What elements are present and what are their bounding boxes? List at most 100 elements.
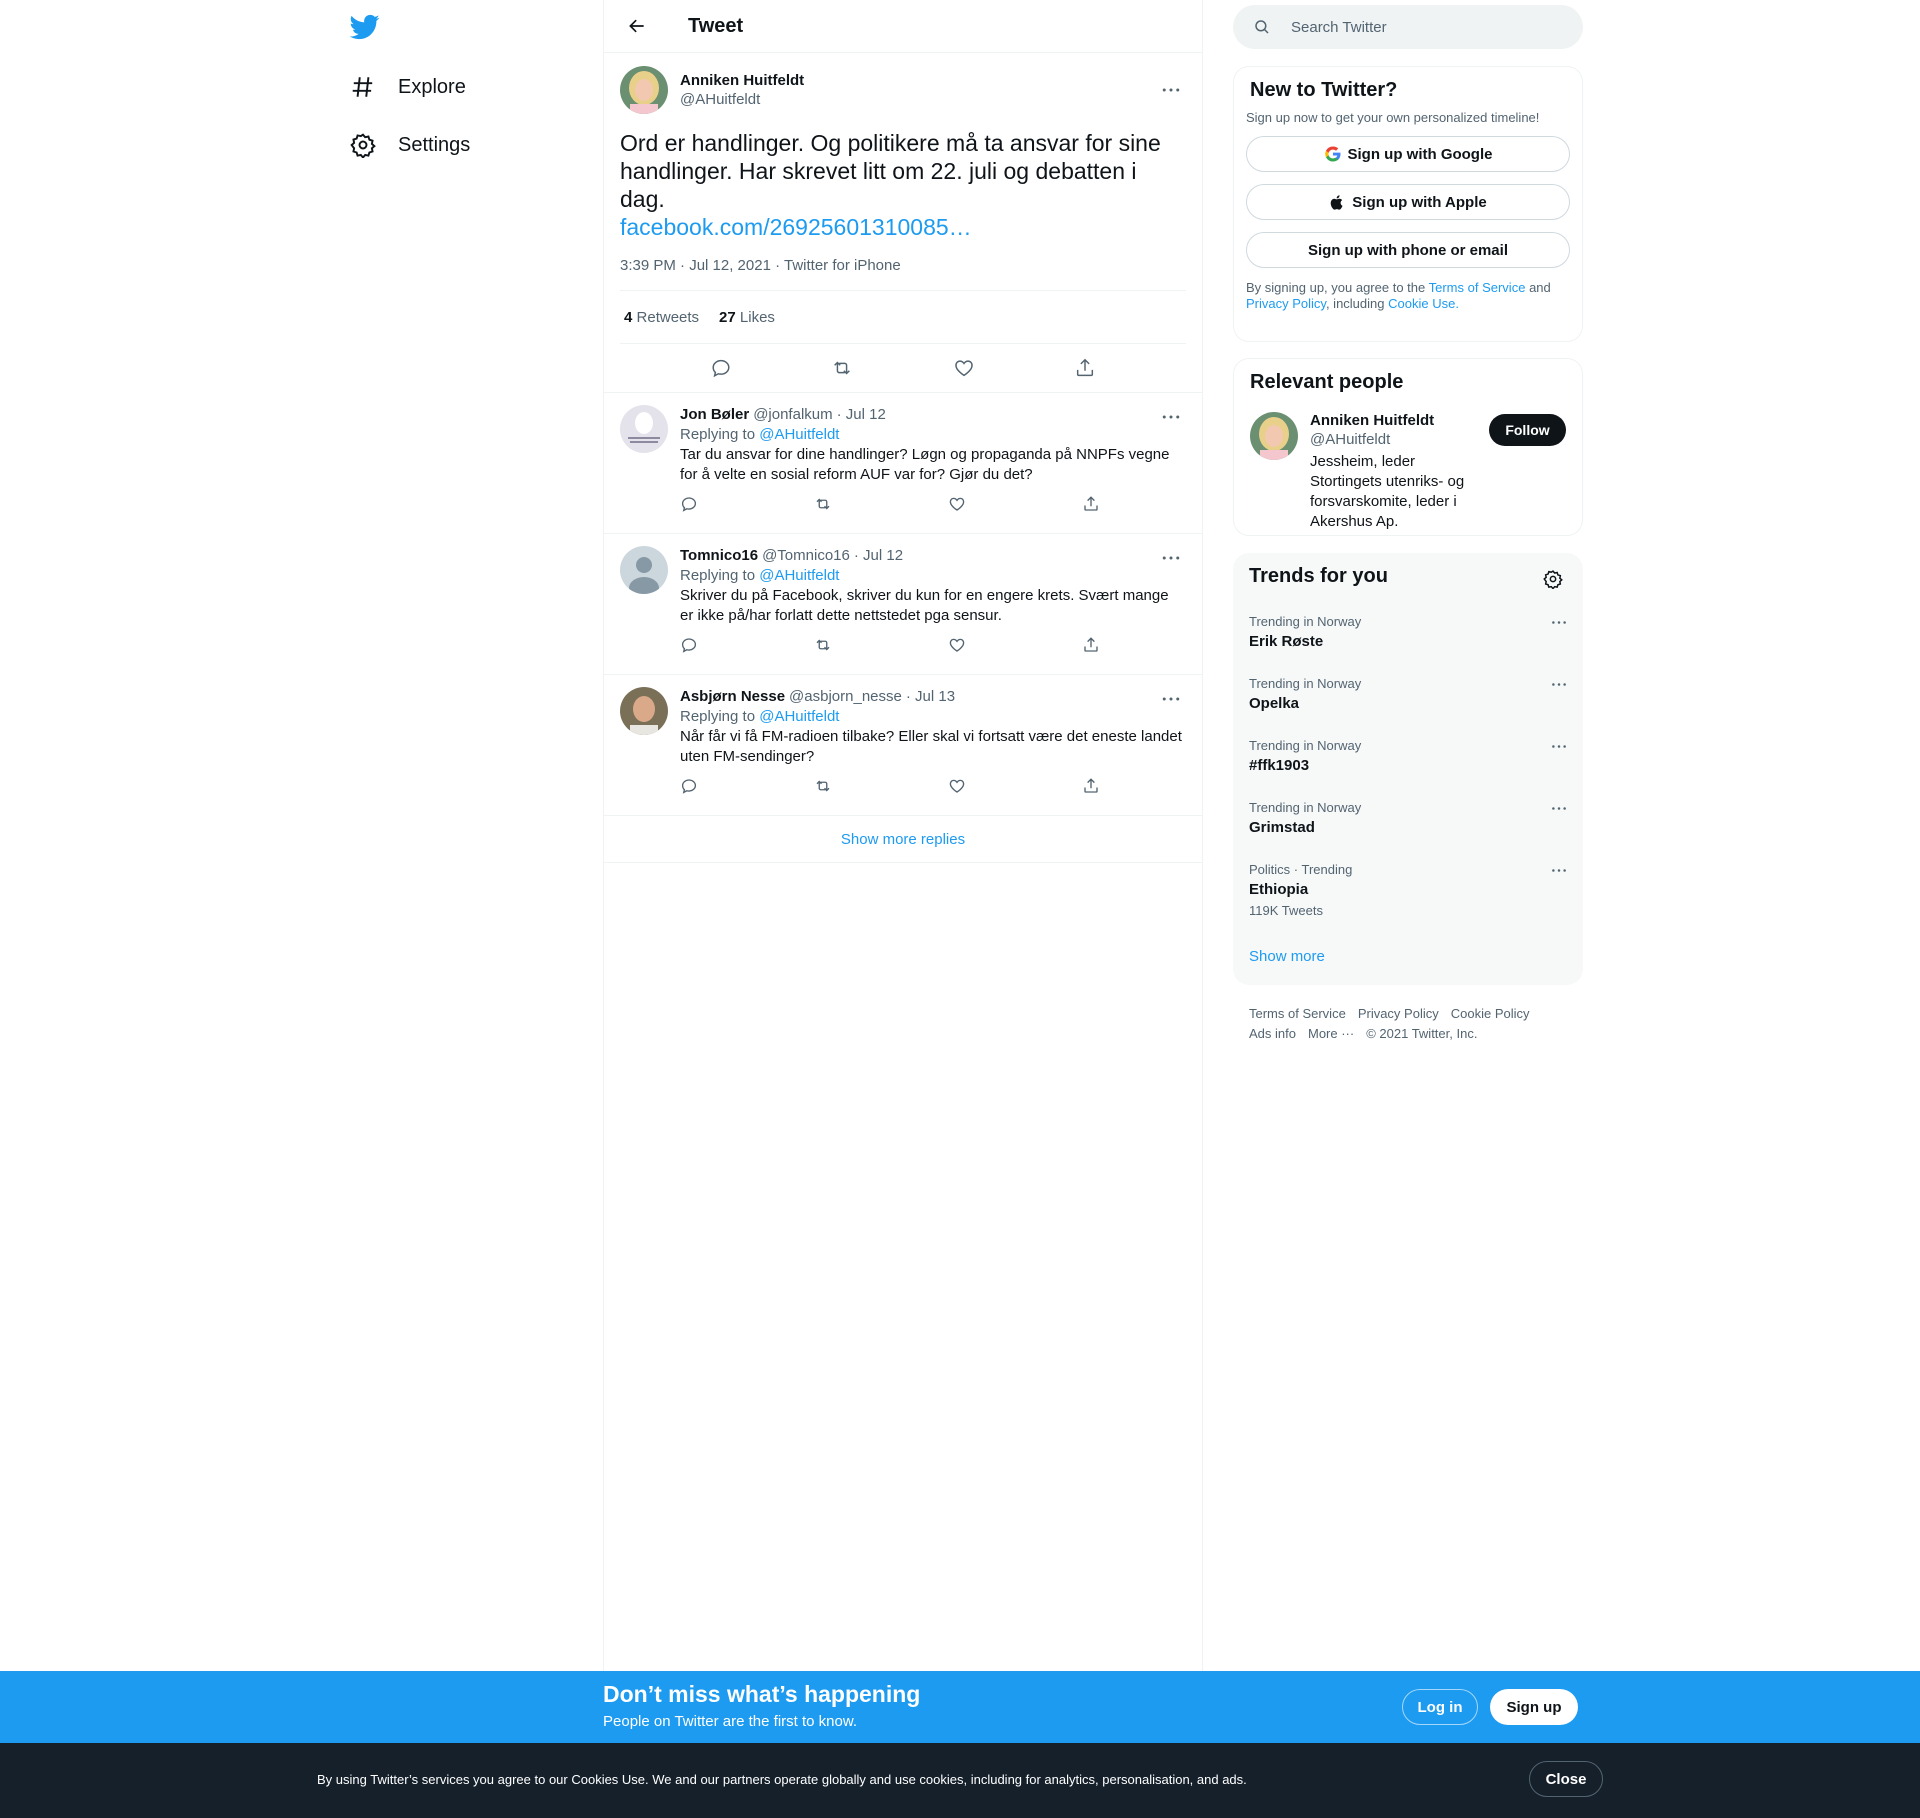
person-bio: Jessheim, leder Stortingets utenriks- og… xyxy=(1310,453,1465,530)
signup-google-label: Sign up with Google xyxy=(1347,145,1493,163)
like-icon[interactable] xyxy=(948,495,966,513)
like-icon[interactable] xyxy=(953,357,975,379)
gear-icon[interactable] xyxy=(1543,569,1563,589)
footer-privacy-link[interactable]: Privacy Policy xyxy=(1358,1006,1439,1021)
more-icon[interactable] xyxy=(1156,80,1186,100)
trend-item[interactable]: Trending in Norway Erik Røste xyxy=(1249,614,1567,650)
reply-date[interactable]: · Jul 12 xyxy=(837,405,886,425)
twitter-logo-icon[interactable] xyxy=(350,12,382,44)
nav-explore-label: Explore xyxy=(398,75,466,98)
reply-author-name[interactable]: Tomnico16 xyxy=(680,546,758,566)
author-name[interactable]: Anniken Huitfeldt xyxy=(680,72,804,89)
show-more-trends-link[interactable]: Show more xyxy=(1249,948,1325,965)
relevant-person[interactable]: Anniken Huitfeldt @AHuitfeldt Jessheim, … xyxy=(1250,412,1566,532)
person-handle[interactable]: @AHuitfeldt xyxy=(1310,431,1490,448)
cookie-close-button[interactable]: Close xyxy=(1529,1761,1603,1797)
reply-item[interactable]: Asbjørn Nesse @asbjorn_nesse · Jul 13 Re… xyxy=(604,674,1202,815)
card-subtitle: Sign up now to get your own personalized… xyxy=(1246,110,1540,125)
trend-name: #ffk1903 xyxy=(1249,757,1310,774)
retweet-icon[interactable] xyxy=(831,357,853,379)
reply-author-handle[interactable]: @jonfalkum xyxy=(753,405,832,425)
more-icon[interactable] xyxy=(1156,407,1186,427)
replying-to-link[interactable]: @AHuitfeldt xyxy=(759,426,839,443)
nav-explore[interactable]: Explore xyxy=(350,62,466,112)
relevant-people-card: Relevant people Anniken Huitfeldt @AHuit… xyxy=(1233,358,1583,536)
footer-cookie-link[interactable]: Cookie Policy xyxy=(1451,1006,1530,1021)
reply-icon[interactable] xyxy=(680,777,698,795)
retweet-icon[interactable] xyxy=(814,495,832,513)
like-icon[interactable] xyxy=(948,636,966,654)
tweet-timestamp[interactable]: 3:39 PM · Jul 12, 2021 · Twitter for iPh… xyxy=(620,257,1186,291)
reply-author-name[interactable]: Asbjørn Nesse xyxy=(680,687,785,707)
share-icon[interactable] xyxy=(1082,777,1100,795)
cookie-text: By using Twitter’s services you agree to… xyxy=(317,1772,1247,1787)
more-icon[interactable] xyxy=(1551,682,1567,687)
more-icon[interactable] xyxy=(1551,806,1567,811)
follow-button[interactable]: Follow xyxy=(1489,414,1566,446)
reply-author-handle[interactable]: @Tomnico16 xyxy=(762,546,850,566)
share-icon[interactable] xyxy=(1082,636,1100,654)
search-placeholder: Search Twitter xyxy=(1291,18,1387,36)
footer-ads-link[interactable]: Ads info xyxy=(1249,1026,1296,1041)
signup-apple-button[interactable]: Sign up with Apple xyxy=(1246,184,1570,220)
signup-button[interactable]: Sign up xyxy=(1490,1689,1578,1725)
trend-item[interactable]: Trending in Norway Grimstad xyxy=(1249,800,1567,836)
reply-text: Når får vi få FM-radioen tilbake? Eller … xyxy=(680,728,1182,765)
trend-item[interactable]: Politics · Trending Ethiopia 119K Tweets xyxy=(1249,862,1567,918)
reply-date[interactable]: · Jul 13 xyxy=(906,687,955,707)
reply-author-name[interactable]: Jon Bøler xyxy=(680,405,749,425)
retweet-icon[interactable] xyxy=(814,777,832,795)
reply-actions xyxy=(680,777,1100,795)
avatar[interactable] xyxy=(620,405,668,453)
reply-icon[interactable] xyxy=(680,495,698,513)
banner-title: Don’t miss what’s happening xyxy=(603,1681,921,1707)
reply-item[interactable]: Jon Bøler @jonfalkum · Jul 12 Replying t… xyxy=(604,392,1202,533)
privacy-link[interactable]: Privacy Policy xyxy=(1246,296,1326,311)
more-icon[interactable] xyxy=(1156,548,1186,568)
retweets-stat[interactable]: 4 Retweets xyxy=(624,309,699,326)
footer-more-link[interactable]: More ··· xyxy=(1308,1026,1354,1041)
tweet-stats: 4 Retweets 27 Likes xyxy=(620,291,1186,344)
author-handle[interactable]: @AHuitfeldt xyxy=(680,91,804,108)
trend-item[interactable]: Trending in Norway #ffk1903 xyxy=(1249,738,1567,774)
more-icon[interactable] xyxy=(1156,689,1186,709)
reply-icon[interactable] xyxy=(680,636,698,654)
avatar[interactable] xyxy=(1250,412,1298,460)
more-icon[interactable] xyxy=(1551,868,1567,873)
signup-google-button[interactable]: Sign up with Google xyxy=(1246,136,1570,172)
reply-icon[interactable] xyxy=(710,357,732,379)
retweet-icon[interactable] xyxy=(814,636,832,654)
footer-terms-link[interactable]: Terms of Service xyxy=(1249,1006,1346,1021)
reply-author-handle[interactable]: @asbjorn_nesse xyxy=(789,687,902,707)
footer-links: Terms of Service Privacy Policy Cookie Pol… xyxy=(1249,1004,1569,1044)
replying-to-link[interactable]: @AHuitfeldt xyxy=(759,708,839,725)
reply-actions xyxy=(680,636,1100,654)
show-more-replies-button[interactable]: Show more replies xyxy=(604,815,1202,863)
signup-phone-button[interactable]: Sign up with phone or email xyxy=(1246,232,1570,268)
trend-tweet-count: 119K Tweets xyxy=(1249,903,1323,918)
cookie-link[interactable]: Cookie Use. xyxy=(1388,296,1459,311)
more-icon[interactable] xyxy=(1551,744,1567,749)
avatar[interactable] xyxy=(620,66,668,114)
avatar[interactable] xyxy=(620,687,668,735)
avatar[interactable] xyxy=(620,546,668,594)
likes-stat[interactable]: 27 Likes xyxy=(719,309,775,326)
like-icon[interactable] xyxy=(948,777,966,795)
nav-settings[interactable]: Settings xyxy=(350,120,470,170)
search-input[interactable]: Search Twitter xyxy=(1233,5,1583,49)
back-arrow-icon[interactable] xyxy=(620,9,654,43)
banner-subtitle: People on Twitter are the first to know. xyxy=(603,1713,858,1730)
replying-to-link[interactable]: @AHuitfeldt xyxy=(759,567,839,584)
person-name[interactable]: Anniken Huitfeldt xyxy=(1310,412,1490,429)
login-button[interactable]: Log in xyxy=(1402,1689,1478,1725)
reply-item[interactable]: Tomnico16 @Tomnico16 · Jul 12 Replying t… xyxy=(604,533,1202,674)
reply-date[interactable]: · Jul 12 xyxy=(854,546,903,566)
tweet-link[interactable]: facebook.com/26925601310085… xyxy=(620,214,972,240)
main-tweet: Anniken Huitfeldt @AHuitfeldt Ord er han… xyxy=(604,53,1202,392)
trend-item[interactable]: Trending in Norway Opelka xyxy=(1249,676,1567,712)
more-icon[interactable] xyxy=(1551,620,1567,625)
share-icon[interactable] xyxy=(1074,357,1096,379)
share-icon[interactable] xyxy=(1082,495,1100,513)
terms-link[interactable]: Terms of Service xyxy=(1429,280,1526,295)
replying-to-label: Replying to xyxy=(680,426,756,443)
